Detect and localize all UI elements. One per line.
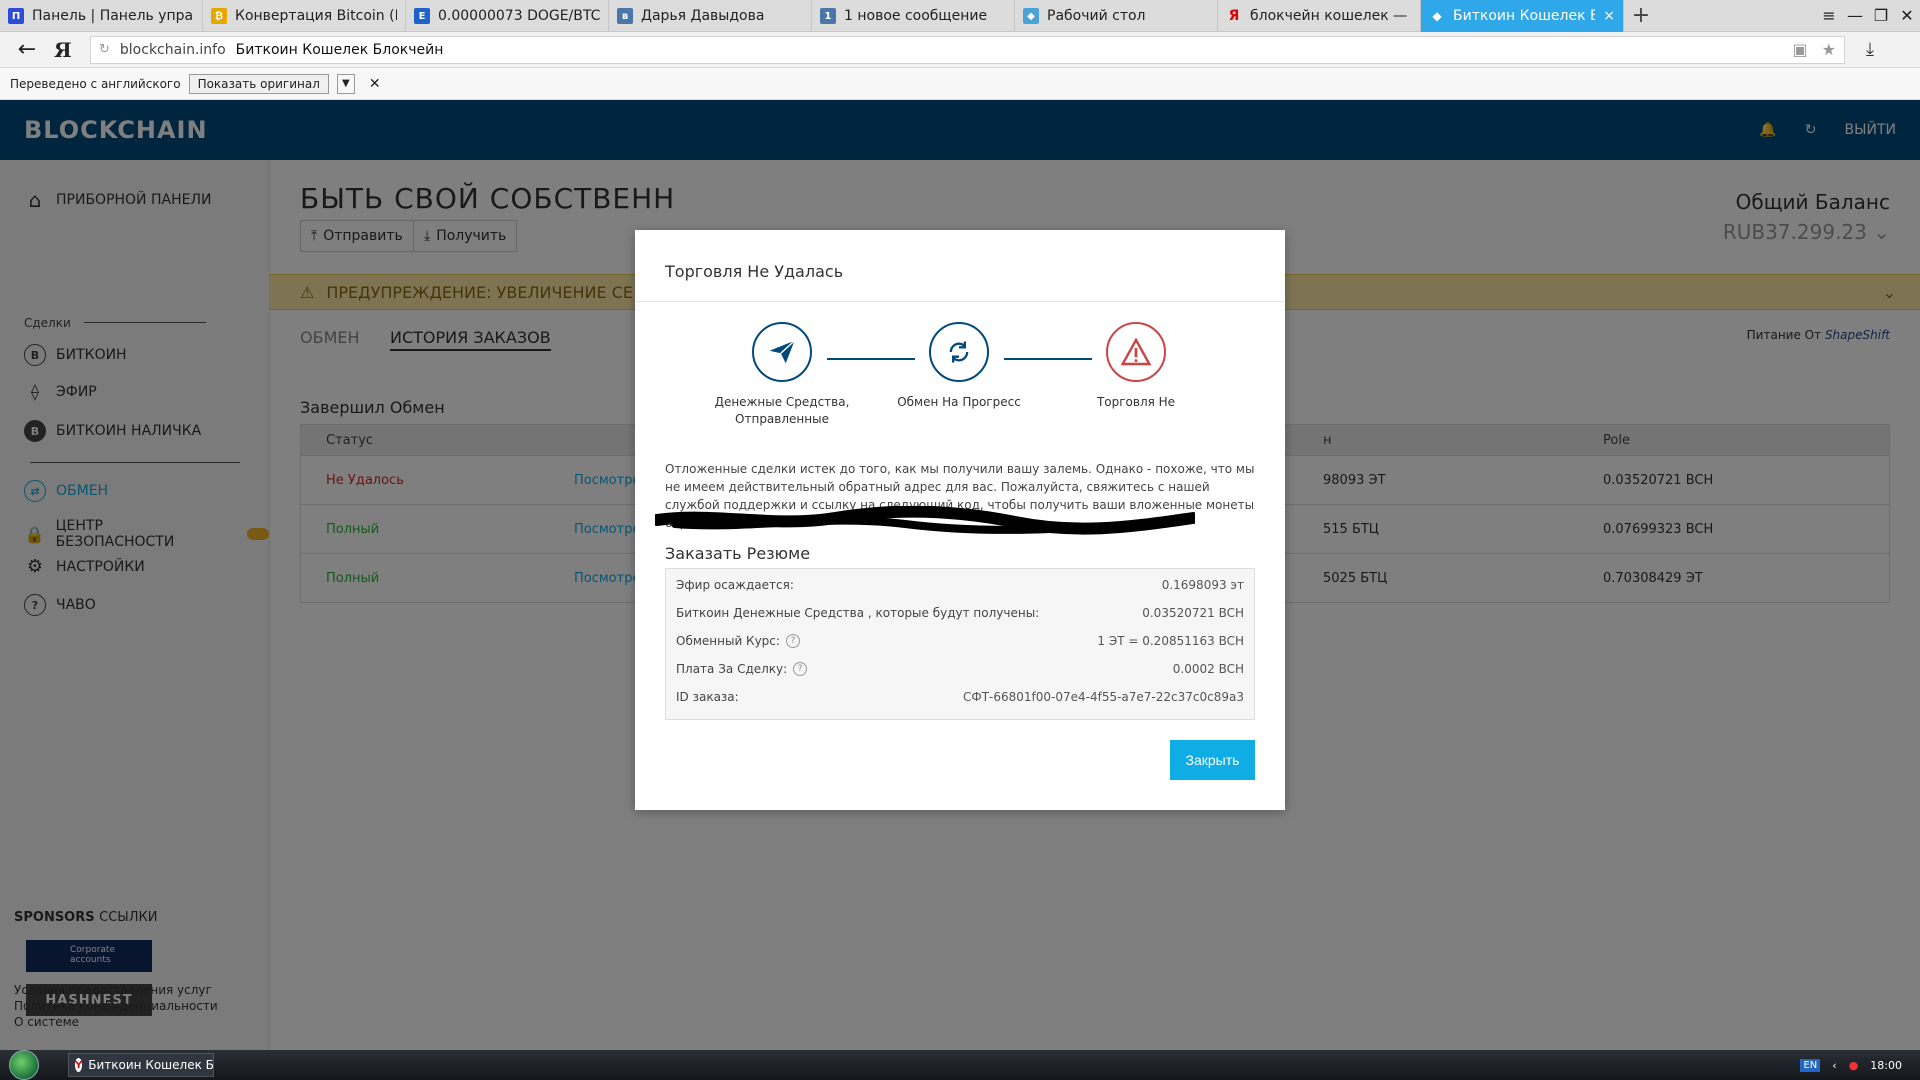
taskbar-app-browser[interactable]: Y Биткоин Кошелек Б... bbox=[68, 1053, 214, 1077]
network-icon[interactable]: ● bbox=[1849, 1059, 1859, 1072]
exchange-progress-icon bbox=[929, 322, 989, 382]
chevron-down-icon[interactable]: ▼ bbox=[336, 73, 355, 94]
tab-label: Панель | Панель управления bbox=[32, 8, 194, 24]
step-exchange-progress: Обмен На Прогресс bbox=[884, 322, 1034, 411]
trade-failed-modal: Торговля Не Удалась Денежные Средства, От… bbox=[635, 230, 1285, 810]
tab-label: Дарья Давыдова bbox=[641, 8, 765, 24]
url-domain: blockchain.info bbox=[119, 41, 226, 58]
summary-row-trade-fee: Плата За Сделку: ? 0.0002 BCH bbox=[676, 662, 1244, 676]
windows-logo-icon bbox=[9, 1050, 39, 1080]
tab-label: Рабочий стол bbox=[1047, 8, 1146, 24]
tab-label: 0.00000073 DOGE/BTC bbox=[438, 8, 600, 24]
browser-tab[interactable]: в Дарья Давыдова bbox=[609, 0, 812, 32]
close-tab-icon[interactable]: × bbox=[1603, 8, 1615, 24]
new-tab-button[interactable]: + bbox=[1624, 0, 1658, 31]
language-indicator[interactable]: EN bbox=[1800, 1058, 1821, 1072]
tab-label: 1 новое сообщение bbox=[844, 8, 988, 24]
redaction-scribble bbox=[655, 506, 1195, 535]
tab-label: блокчейн кошелек — Яндекс bbox=[1250, 8, 1412, 24]
modal-title: Торговля Не Удалась bbox=[635, 230, 1285, 302]
step-funds-sent: Денежные Средства, Отправленные bbox=[707, 322, 857, 428]
translate-bar: Переведено с английского Показать оригин… bbox=[0, 68, 1920, 100]
blockchain-icon: ◆ bbox=[1432, 9, 1442, 23]
help-icon[interactable]: ? bbox=[785, 634, 800, 648]
vk-icon: в bbox=[617, 8, 633, 24]
clock[interactable]: 18:00 bbox=[1870, 1059, 1902, 1072]
browser-tab-bar: П Панель | Панель управления ₿ Конвертац… bbox=[0, 0, 1920, 32]
browser-tab[interactable]: ₿ Конвертация Bitcoin (BTC) в bbox=[203, 0, 406, 32]
download-icon[interactable]: ⤓ bbox=[1845, 39, 1895, 60]
back-arrow-icon[interactable]: ← bbox=[0, 37, 54, 62]
translate-label: Переведено с английского bbox=[10, 76, 181, 91]
address-bar: ← Я ↻ blockchain.info Биткоин Кошелек Бл… bbox=[0, 32, 1920, 68]
web-page: BLOCKCHAIN 🔔 ↻ ВЫЙТИ ⌂ ПРИБОРНОЙ ПАНЕЛИ … bbox=[0, 100, 1920, 1050]
convert-icon: ₿ bbox=[211, 8, 227, 24]
browser-tab[interactable]: 1 1 новое сообщение bbox=[812, 0, 1015, 32]
url-field[interactable]: ↻ blockchain.info Биткоин Кошелек Блокче… bbox=[90, 35, 1845, 64]
panel-icon: П bbox=[8, 8, 24, 24]
restore-icon[interactable]: ❐ bbox=[1868, 6, 1894, 25]
tab-label: Биткоин Кошелек Блокчейн bbox=[1453, 8, 1595, 24]
close-window-icon[interactable]: ✕ bbox=[1894, 6, 1920, 25]
system-tray: EN ‹ ● 18:00 bbox=[1800, 1058, 1920, 1072]
os-taskbar: Y Биткоин Кошелек Б... EN ‹ ● 18:00 bbox=[0, 1050, 1920, 1080]
summary-row-exchange-rate: Обменный Курс: ? 1 ЭТ = 0.20851163 BCH bbox=[676, 634, 1244, 648]
lock-icon[interactable]: ▣ bbox=[1793, 40, 1808, 59]
help-icon[interactable]: ? bbox=[793, 662, 808, 676]
chevron-left-icon[interactable]: ‹ bbox=[1832, 1059, 1836, 1072]
menu-icon[interactable]: ≡ bbox=[1816, 6, 1842, 25]
browser-tab[interactable]: E 0.00000073 DOGE/BTC bbox=[406, 0, 609, 32]
url-page-title: Биткоин Кошелек Блокчейн bbox=[235, 41, 444, 58]
summary-row-order-id: ID заказа: СФТ-66801f00-07e4-4f55-a7e7-2… bbox=[676, 690, 1244, 704]
bookmark-star-icon[interactable]: ★ bbox=[1822, 40, 1836, 59]
window-controls: ≡ — ❐ ✕ bbox=[1816, 0, 1920, 31]
send-plane-icon bbox=[752, 322, 812, 382]
yandex-icon: Я bbox=[1228, 8, 1240, 24]
summary-row-ether-deposited: Эфир осаждается: 0.1698093 эт bbox=[676, 578, 1244, 592]
browser-tab-active[interactable]: ◆ Биткоин Кошелек Блокчейн × bbox=[1421, 0, 1624, 32]
summary-row-bch-received: Биткоин Денежные Средства , которые буду… bbox=[676, 606, 1244, 620]
summary-title: Заказать Резюме bbox=[665, 544, 811, 563]
start-button[interactable] bbox=[4, 1050, 44, 1080]
reload-icon[interactable]: ↻ bbox=[99, 42, 110, 57]
exchange-icon: E bbox=[414, 8, 430, 24]
close-button[interactable]: Закрыть bbox=[1170, 740, 1255, 780]
browser-tab[interactable]: Я блокчейн кошелек — Яндекс bbox=[1218, 0, 1421, 32]
step-trade-failed: Торговля Не bbox=[1061, 322, 1211, 411]
warning-triangle-icon bbox=[1106, 322, 1166, 382]
message-icon: 1 bbox=[820, 8, 836, 24]
browser-tab[interactable]: ◆ Рабочий стол bbox=[1015, 0, 1218, 32]
yandex-logo-icon[interactable]: Я bbox=[54, 38, 84, 62]
browser-tab[interactable]: П Панель | Панель управления bbox=[0, 0, 203, 32]
desktop-icon: ◆ bbox=[1023, 8, 1039, 24]
order-summary: Эфир осаждается: 0.1698093 эт Биткоин Де… bbox=[665, 568, 1255, 720]
show-original-button[interactable]: Показать оригинал bbox=[188, 73, 329, 94]
close-icon[interactable]: ✕ bbox=[369, 76, 381, 92]
tab-label: Конвертация Bitcoin (BTC) в bbox=[235, 8, 397, 24]
minimize-icon[interactable]: — bbox=[1842, 6, 1868, 25]
yandex-browser-icon: Y bbox=[75, 1058, 83, 1072]
